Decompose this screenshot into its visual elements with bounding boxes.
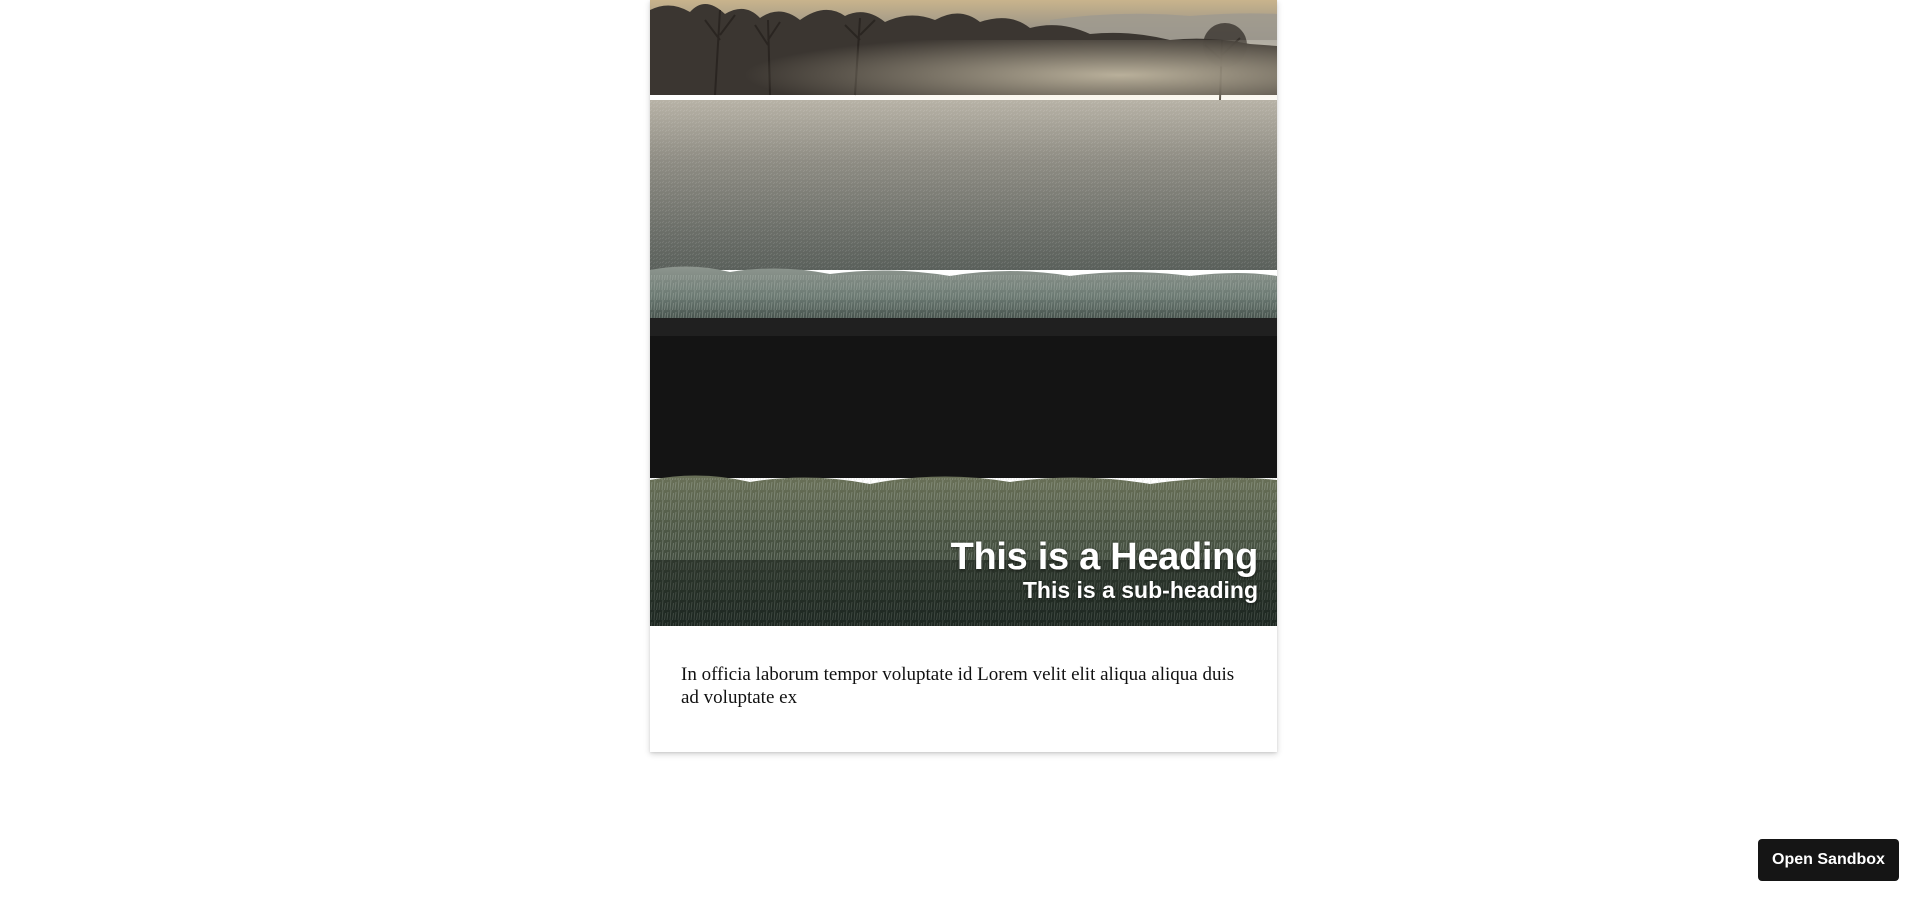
card-heading: This is a Heading — [950, 536, 1259, 578]
landscape-photo — [650, 0, 1277, 626]
open-sandbox-button[interactable]: Open Sandbox — [1758, 839, 1899, 881]
card-body-text: In officia laborum tempor voluptate id L… — [681, 664, 1235, 708]
image-caption: This is a Heading This is a sub-heading — [950, 536, 1259, 604]
card: This is a Heading This is a sub-heading … — [650, 0, 1277, 752]
card-image: This is a Heading This is a sub-heading — [650, 0, 1277, 626]
card-subheading: This is a sub-heading — [1022, 577, 1258, 603]
